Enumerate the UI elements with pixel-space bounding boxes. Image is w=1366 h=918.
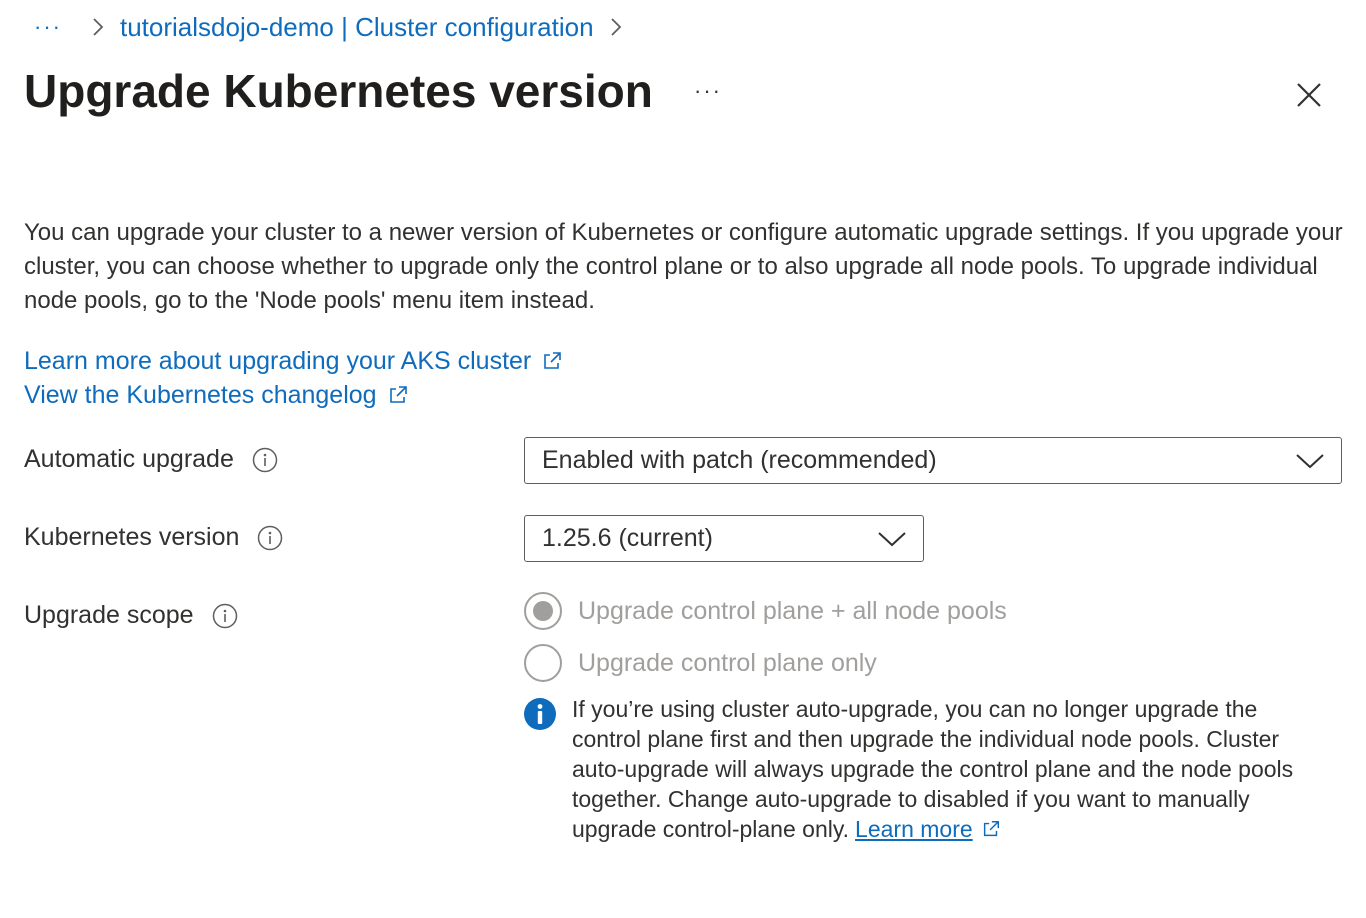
description-text: You can upgrade your cluster to a newer …	[24, 219, 1343, 314]
page-title: Upgrade Kubernetes version	[24, 65, 653, 117]
breadcrumb: ··· tutorialsdojo-demo | Cluster configu…	[34, 8, 626, 46]
kubernetes-version-label-row: Kubernetes version	[24, 523, 283, 552]
chevron-down-icon	[1296, 453, 1324, 468]
kubernetes-version-label: Kubernetes version	[24, 523, 240, 551]
breadcrumb-item-cluster-configuration[interactable]: tutorialsdojo-demo | Cluster configurati…	[120, 12, 594, 43]
help-links: Learn more about upgrading your AKS clus…	[24, 344, 563, 412]
info-learn-more-link[interactable]: Learn more	[855, 816, 973, 842]
chevron-right-icon	[610, 8, 626, 46]
learn-more-upgrading-link[interactable]: Learn more about upgrading your AKS clus…	[24, 344, 563, 378]
info-icon[interactable]	[257, 525, 283, 551]
close-icon	[1297, 83, 1321, 107]
radio-dot	[533, 601, 553, 621]
external-link-icon	[541, 350, 563, 372]
info-filled-icon	[524, 698, 556, 730]
kubernetes-changelog-link[interactable]: View the Kubernetes changelog	[24, 378, 563, 412]
radio-label: Upgrade control plane only	[578, 648, 877, 677]
upgrade-scope-label-row: Upgrade scope	[24, 601, 238, 630]
automatic-upgrade-dropdown[interactable]: Enabled with patch (recommended)	[524, 437, 1342, 484]
radio-control-plane-all-node-pools[interactable]: Upgrade control plane + all node pools	[524, 592, 1007, 630]
chevron-right-icon	[92, 8, 108, 46]
upgrade-scope-label: Upgrade scope	[24, 601, 194, 629]
info-message-text: If you’re using cluster auto-upgrade, yo…	[572, 694, 1324, 844]
radio-button-unselected[interactable]	[524, 644, 562, 682]
kubernetes-version-dropdown[interactable]: 1.25.6 (current)	[524, 515, 924, 562]
upgrade-kubernetes-panel: ··· tutorialsdojo-demo | Cluster configu…	[0, 0, 1366, 918]
close-button[interactable]	[1292, 78, 1326, 112]
external-link-icon	[983, 821, 999, 837]
radio-button-selected[interactable]	[524, 592, 562, 630]
breadcrumb-more-button[interactable]: ···	[34, 16, 62, 38]
radio-label: Upgrade control plane + all node pools	[578, 596, 1007, 625]
kubernetes-changelog-label: View the Kubernetes changelog	[24, 381, 377, 409]
external-link-icon	[387, 384, 409, 406]
automatic-upgrade-value: Enabled with patch (recommended)	[542, 446, 937, 474]
info-icon[interactable]	[212, 603, 238, 629]
chevron-down-icon	[878, 531, 906, 546]
learn-more-upgrading-label: Learn more about upgrading your AKS clus…	[24, 347, 532, 375]
radio-control-plane-only[interactable]: Upgrade control plane only	[524, 644, 877, 682]
more-options-button[interactable]: ···	[694, 78, 722, 104]
kubernetes-version-value: 1.25.6 (current)	[542, 524, 713, 552]
automatic-upgrade-label: Automatic upgrade	[24, 445, 234, 473]
info-icon[interactable]	[252, 447, 278, 473]
info-message: If you’re using cluster auto-upgrade, yo…	[524, 694, 1324, 844]
automatic-upgrade-label-row: Automatic upgrade	[24, 445, 278, 474]
